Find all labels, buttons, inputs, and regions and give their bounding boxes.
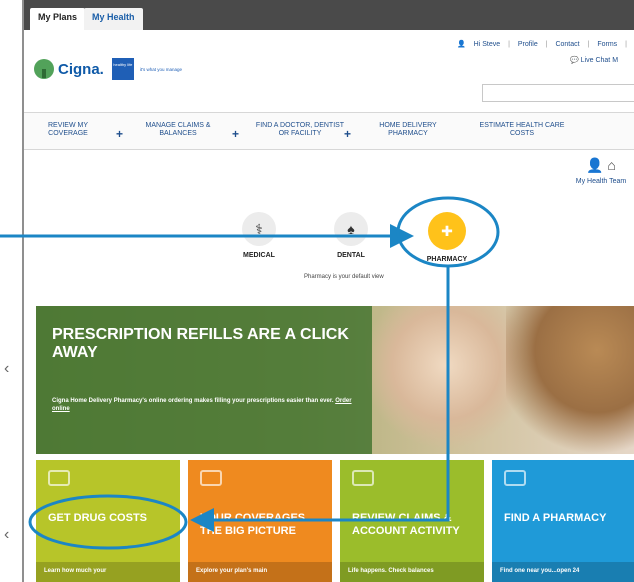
- folder-icon: [352, 470, 374, 486]
- category-dental-label: DENTAL: [337, 252, 365, 259]
- tooth-icon: ♠: [334, 212, 368, 246]
- hero-image-girl: [506, 306, 634, 454]
- primary-nav: REVIEW MY COVERAGE + MANAGE CLAIMS & BAL…: [24, 112, 634, 150]
- nav-item-estimate-costs[interactable]: ESTIMATE HEALTH CARE COSTS: [468, 122, 576, 139]
- plus-icon: +: [232, 127, 240, 141]
- logo-wordmark: Cigna.: [58, 60, 104, 78]
- hero-image-woman: [366, 306, 526, 454]
- chat-icon: 💬: [570, 57, 579, 64]
- tile-title: GET DRUG COSTS: [48, 512, 148, 524]
- hero-subtext: Cigna Home Delivery Pharmacy's online or…: [52, 398, 352, 413]
- utility-links: 👤 Hi Steve | Profile | Contact | Forms |…: [454, 40, 634, 48]
- browser-frame: My Plans My Health 👤 Hi Steve | Profile …: [22, 0, 634, 582]
- mortar-pestle-icon: ✚: [428, 212, 466, 250]
- category-medical-label: MEDICAL: [243, 252, 275, 259]
- hero-banner[interactable]: PRESCRIPTION REFILLS ARE A CLICK AWAY Ci…: [36, 306, 634, 454]
- pill-icon: [48, 470, 70, 486]
- tile-your-coverages[interactable]: YOUR COVERAGES... THE BIG PICTURE Explor…: [188, 460, 332, 582]
- team-icons: 👤 ⌂: [570, 157, 632, 174]
- profile-link[interactable]: Profile: [518, 41, 538, 48]
- tile-title: YOUR COVERAGES... THE BIG PICTURE: [200, 512, 315, 538]
- nav-item-review-coverage[interactable]: REVIEW MY COVERAGE: [38, 122, 98, 139]
- live-chat-label: Live Chat M: [580, 57, 619, 64]
- logo-tagline: it's what you manage: [139, 66, 182, 72]
- category-medical[interactable]: ⚕ MEDICAL: [230, 212, 288, 259]
- tile-get-drug-costs[interactable]: GET DRUG COSTS Learn how much your: [36, 460, 180, 582]
- tile-title: REVIEW CLAIMS & ACCOUNT ACTIVITY: [352, 512, 460, 538]
- default-view-note: Pharmacy is your default view: [304, 274, 384, 280]
- divider: |: [545, 41, 548, 48]
- map-pin-icon: [504, 470, 526, 486]
- search-input[interactable]: [482, 84, 634, 102]
- tile-find-pharmacy[interactable]: FIND A PHARMACY Find one near you...open…: [492, 460, 634, 582]
- health-team-label: My Health Team: [575, 178, 627, 185]
- divider: |: [587, 41, 590, 48]
- user-icon: 👤: [457, 41, 466, 48]
- tree-icon: [34, 59, 54, 79]
- divider: |: [625, 41, 627, 48]
- nav-item-manage-claims[interactable]: MANAGE CLAIMS & BALANCES: [140, 122, 216, 139]
- stethoscope-icon: [200, 470, 222, 486]
- cigna-logo[interactable]: Cigna. healthy life it's what you manage: [34, 58, 182, 80]
- nav-item-home-delivery[interactable]: HOME DELIVERY PHARMACY: [368, 122, 448, 139]
- medical-icon: ⚕: [242, 212, 276, 246]
- plus-icon: +: [116, 127, 124, 141]
- health-team[interactable]: 👤 ⌂ My Health Team: [570, 157, 632, 185]
- plan-tab-bar: My Plans My Health: [24, 0, 634, 30]
- greeting-link[interactable]: Hi Steve: [474, 41, 500, 48]
- hero-subtext-copy: Cigna Home Delivery Pharmacy's online or…: [52, 398, 334, 404]
- category-pharmacy-label: PHARMACY: [426, 256, 468, 263]
- tiles-prev-arrow[interactable]: ‹: [4, 526, 14, 550]
- home-icon: ⌂: [607, 157, 616, 173]
- healthy-life-badge: healthy life: [111, 58, 134, 80]
- live-chat-link[interactable]: 💬 Live Chat M: [570, 56, 618, 64]
- plus-icon: +: [344, 127, 352, 141]
- nav-item-find-doctor[interactable]: FIND A DOCTOR, DENTIST OR FACILITY: [250, 122, 350, 139]
- tile-review-claims[interactable]: REVIEW CLAIMS & ACCOUNT ACTIVITY Life ha…: [340, 460, 484, 582]
- feature-tiles: GET DRUG COSTS Learn how much your YOUR …: [36, 460, 634, 582]
- tile-footer: Life happens. Check balances: [340, 562, 484, 582]
- category-dental[interactable]: ♠ DENTAL: [322, 212, 380, 259]
- forms-link[interactable]: Forms: [597, 41, 617, 48]
- tile-footer: Learn how much your: [36, 562, 180, 582]
- hero-headline: PRESCRIPTION REFILLS ARE A CLICK AWAY: [52, 326, 349, 362]
- tab-my-plans[interactable]: My Plans: [30, 8, 86, 30]
- divider: |: [508, 41, 510, 48]
- tile-footer: Explore your plan's main: [188, 562, 332, 582]
- tab-my-health[interactable]: My Health: [84, 8, 143, 30]
- hero-prev-arrow[interactable]: ‹: [4, 360, 14, 384]
- person-icon: 👤: [586, 157, 604, 173]
- tile-title: FIND A PHARMACY: [504, 512, 607, 524]
- tile-footer: Find one near you...open 24: [492, 562, 634, 582]
- category-pharmacy[interactable]: ✚ PHARMACY: [418, 212, 476, 263]
- contact-link[interactable]: Contact: [555, 41, 579, 48]
